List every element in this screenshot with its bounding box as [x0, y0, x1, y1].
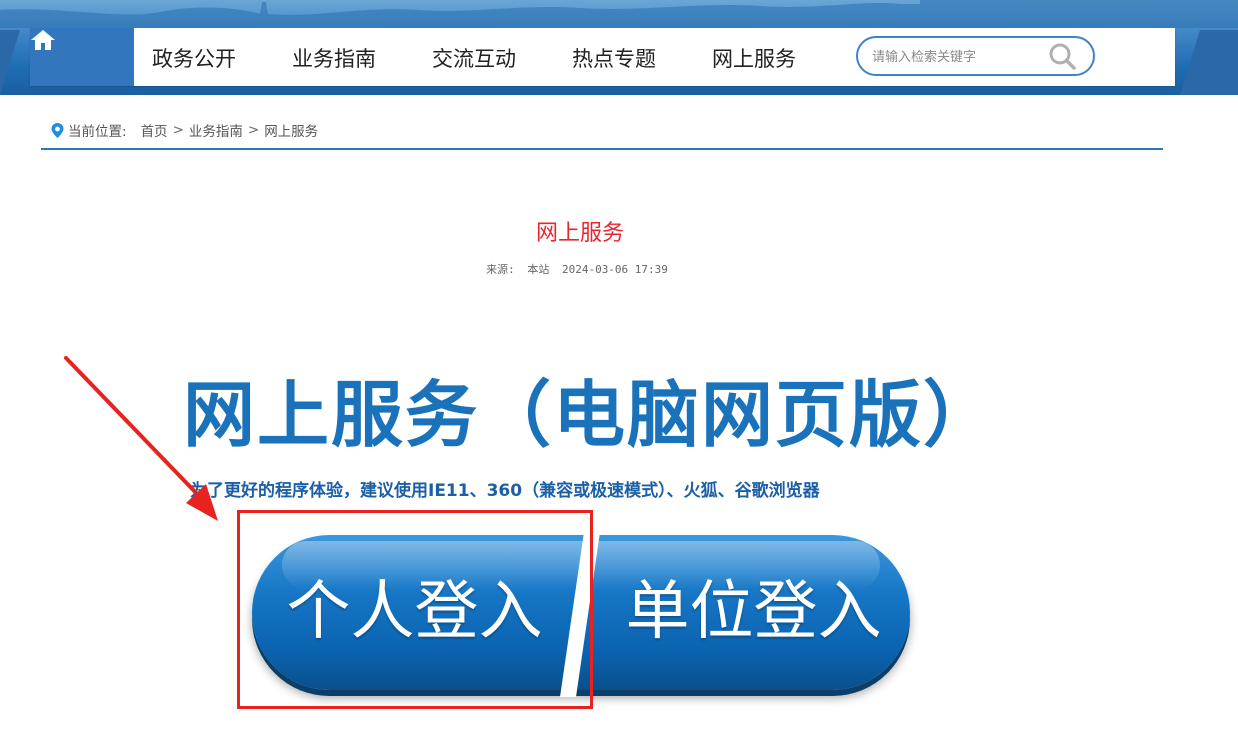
annotation-arrow — [64, 356, 218, 521]
